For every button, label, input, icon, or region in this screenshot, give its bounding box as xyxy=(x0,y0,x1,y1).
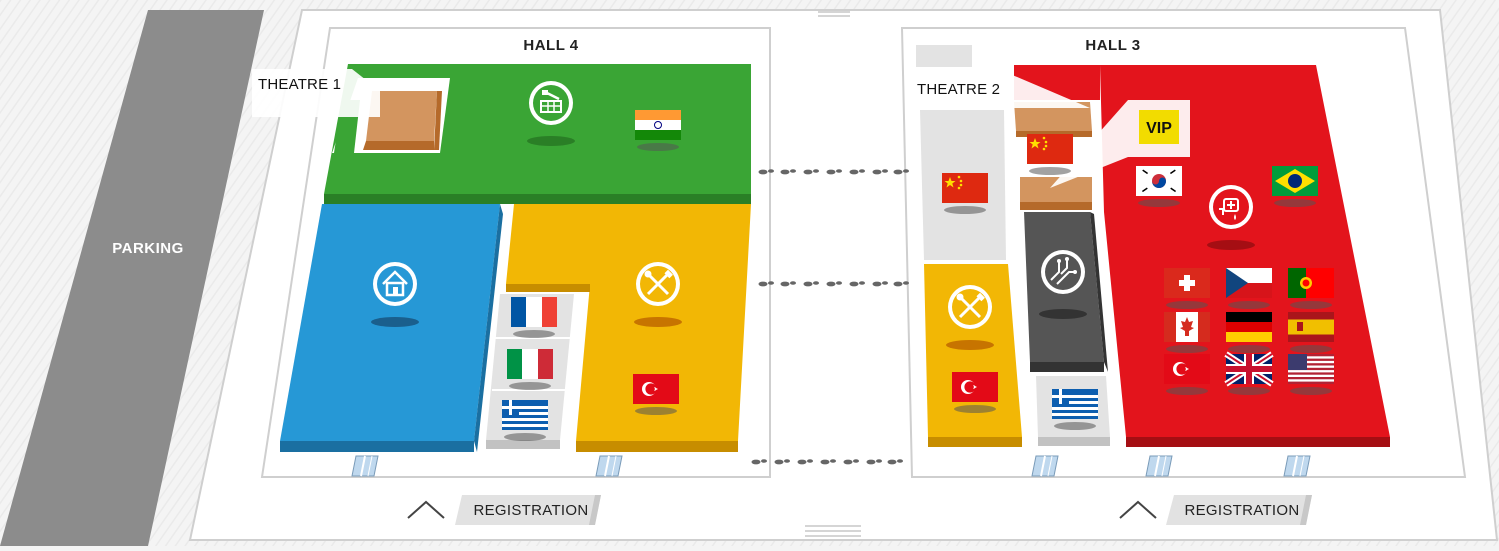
registration-label-hall4: REGISTRATION xyxy=(474,502,589,519)
china-flag[interactable] xyxy=(1027,134,1073,175)
france-flag[interactable] xyxy=(511,297,557,338)
india-flag[interactable] xyxy=(635,110,681,151)
south-korea-flag[interactable] xyxy=(1136,166,1182,207)
hall4-title: HALL 4 xyxy=(523,37,578,54)
switzerland-flag[interactable] xyxy=(1164,268,1210,309)
hall3-door-3[interactable] xyxy=(1283,455,1311,477)
floor-plan-map: PARKING HALL 4 HALL 3 THEATRE 1 THEATRE … xyxy=(0,0,1499,546)
hall4-door-2[interactable] xyxy=(595,455,623,477)
united-kingdom-flag[interactable] xyxy=(1224,351,1274,395)
hall4-door-1[interactable] xyxy=(351,455,379,477)
spain-flag[interactable] xyxy=(1288,312,1334,353)
theatre1-label-box: THEATRE 1 xyxy=(252,69,380,117)
italy-flag[interactable] xyxy=(507,349,553,390)
registration-label-hall3: REGISTRATION xyxy=(1185,502,1300,519)
greece-flag[interactable] xyxy=(1052,389,1098,430)
hall3-title: HALL 3 xyxy=(1085,37,1140,54)
czech-republic-flag[interactable] xyxy=(1226,268,1272,309)
turkey-flag[interactable] xyxy=(952,372,998,413)
germany-flag[interactable] xyxy=(1226,312,1272,353)
bottom-entrance-marker xyxy=(805,525,861,537)
hall3-grey-storage xyxy=(916,45,972,67)
brazil-flag[interactable] xyxy=(1272,166,1318,207)
theatre1-label: THEATRE 1 xyxy=(258,76,341,93)
turkey-flag[interactable] xyxy=(633,374,679,415)
canada-flag[interactable] xyxy=(1164,312,1210,353)
theatre2-label: THEATRE 2 xyxy=(917,81,1000,98)
united-states-flag[interactable] xyxy=(1288,354,1334,395)
parking-label: PARKING xyxy=(112,240,184,257)
hall3-door-2[interactable] xyxy=(1145,455,1173,477)
turkey-flag[interactable] xyxy=(1164,354,1210,395)
vip-label: VIP xyxy=(1146,120,1172,137)
china-flag[interactable] xyxy=(942,173,988,214)
hall3-door-1[interactable] xyxy=(1031,455,1059,477)
greece-flag[interactable] xyxy=(502,400,548,441)
floor-plan: PARKING HALL 4 HALL 3 THEATRE 1 THEATRE … xyxy=(0,0,1499,546)
portugal-flag[interactable] xyxy=(1288,268,1334,309)
